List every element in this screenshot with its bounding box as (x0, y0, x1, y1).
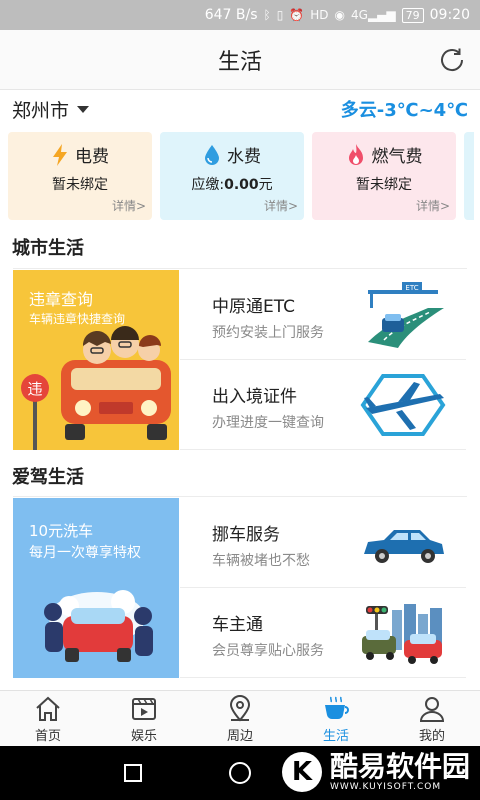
watermark-url: WWW.KUYISOFT.COM (329, 782, 442, 792)
tab-home[interactable]: 首页 (0, 691, 96, 746)
vibrate-icon: ▯ (276, 8, 284, 22)
tab-life[interactable]: 生活 (288, 691, 384, 746)
alarm-icon: ⏰ (289, 8, 305, 22)
etc-road-icon: ETC (368, 282, 444, 348)
airplane-icon (360, 374, 446, 436)
list-item-car-owner[interactable]: 车主通 会员尊享贴心服务 (180, 588, 466, 678)
card-title: 燃气费 (371, 147, 423, 167)
electricity-card[interactable]: 电费 暂未绑定 详情> (8, 132, 152, 220)
card-title: 水费 (227, 147, 261, 167)
recents-button[interactable] (124, 764, 142, 782)
coffee-cup-icon (325, 696, 349, 720)
more-card-peek[interactable] (464, 132, 474, 220)
utility-cards: 电费 暂未绑定 详情> 水费 应缴:0.00元 详情> 燃气费 暂未绑定 详情> (8, 132, 480, 222)
divider (13, 268, 467, 269)
list-item-move-car[interactable]: 挪车服务 车辆被堵也不愁 (180, 498, 466, 588)
watermark-logo: K (281, 752, 322, 792)
tab-entertainment[interactable]: 娱乐 (96, 691, 192, 746)
item-title: 出入境证件 (212, 387, 297, 407)
flame-icon (348, 143, 363, 165)
video-icon (132, 698, 156, 720)
app-header: 生活 (0, 30, 480, 90)
details-link[interactable]: 详情> (416, 197, 450, 214)
svg-text:ETC: ETC (405, 284, 418, 292)
network-speed: 647 B/s (204, 7, 258, 23)
eye-icon: ◉ (334, 8, 346, 22)
tab-nearby[interactable]: 周边 (192, 691, 288, 746)
card-title: 电费 (75, 147, 109, 167)
violation-query-banner[interactable]: 违章查询 车辆违章快捷查询 违 (13, 270, 179, 450)
car-icon (364, 530, 444, 563)
tab-label: 生活 (322, 729, 349, 744)
city-name: 郑州市 (12, 99, 70, 122)
user-icon (419, 697, 445, 722)
battery-icon: 79 (401, 7, 424, 23)
divider (13, 496, 467, 497)
tab-profile[interactable]: 我的 (384, 691, 480, 746)
section-title-city-life: 城市生活 (12, 238, 84, 259)
item-subtitle: 预约安装上门服务 (212, 325, 324, 341)
bluetooth-icon: ᛒ (263, 8, 271, 22)
water-card[interactable]: 水费 应缴:0.00元 详情> (160, 132, 304, 220)
list-item-exit-entry[interactable]: 出入境证件 办理进度一键查询 (180, 360, 466, 450)
violation-sign-text: 违 (27, 380, 42, 398)
hd-icon: HD (310, 8, 329, 22)
tab-label: 首页 (34, 729, 61, 744)
city-traffic-icon (362, 604, 442, 664)
item-subtitle: 办理进度一键查询 (212, 415, 324, 431)
lightning-icon (53, 143, 67, 166)
home-button[interactable] (229, 762, 251, 784)
list-item-etc[interactable]: 中原通ETC 预约安装上门服务 ETC (180, 270, 466, 360)
watermark: K 酷易软件园 WWW.KUYISOFT.COM (281, 750, 470, 792)
details-link[interactable]: 详情> (112, 197, 146, 214)
gas-card[interactable]: 燃气费 暂未绑定 详情> (312, 132, 456, 220)
weather-text: 多云-3℃~4℃ (340, 100, 468, 121)
location-row: 郑州市 多云-3℃~4℃ (0, 90, 480, 128)
chevron-down-icon (77, 105, 90, 113)
card-status: 暂未绑定 (356, 177, 412, 193)
signal-icon: 4G▂▄▆ (351, 8, 396, 22)
item-title: 挪车服务 (212, 525, 280, 545)
system-nav-bar: K 酷易软件园 WWW.KUYISOFT.COM (0, 746, 480, 800)
status-bar: 647 B/s ᛒ ▯ ⏰ HD ◉ 4G▂▄▆ 79 09:20 (0, 0, 480, 30)
tab-label: 我的 (418, 729, 445, 744)
city-selector[interactable]: 郑州市 (12, 96, 90, 123)
car-wash-illustration (44, 590, 153, 662)
water-drop-icon (205, 144, 219, 165)
section-title-driving-life: 爱驾生活 (12, 467, 84, 488)
watermark-text: 酷易软件园 (329, 750, 470, 783)
item-title: 车主通 (212, 615, 263, 635)
item-subtitle: 车辆被堵也不愁 (212, 553, 310, 569)
details-link[interactable]: 详情> (264, 197, 298, 214)
item-title: 中原通ETC (212, 297, 295, 317)
clock: 09:20 (429, 7, 470, 23)
family-car-illustration: 违 (21, 326, 171, 450)
item-subtitle: 会员尊享贴心服务 (212, 643, 324, 659)
location-pin-icon (229, 695, 251, 722)
home-icon (36, 696, 60, 721)
tab-label: 娱乐 (130, 729, 157, 744)
refresh-icon[interactable] (436, 44, 468, 76)
card-status: 暂未绑定 (52, 177, 108, 193)
car-wash-banner[interactable]: 10元洗车 每月一次尊享特权 (13, 498, 179, 678)
card-status: 应缴:0.00元 (191, 177, 273, 193)
bottom-nav: 首页 娱乐 周边 生活 我的 (0, 690, 480, 746)
tab-label: 周边 (226, 729, 253, 744)
page-title: 生活 (217, 49, 262, 75)
